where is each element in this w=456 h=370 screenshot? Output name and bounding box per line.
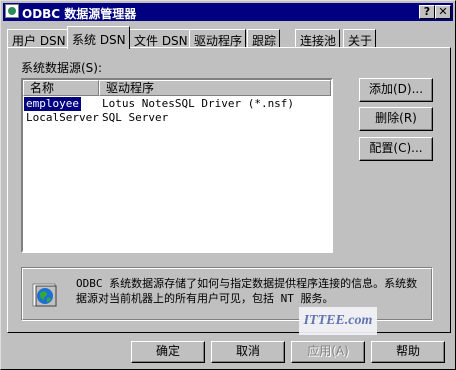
add-button[interactable]: 添加(D)... [359, 78, 433, 102]
dsn-name: employee [23, 96, 82, 112]
tab-connection-pooling[interactable]: 连接池 [295, 29, 341, 48]
watermark-logo: ITTEE.com [299, 307, 377, 335]
system-dsn-list[interactable]: 名称 驱动程序 employee Lotus NotesSQL Driver (… [21, 78, 333, 253]
title-bar[interactable]: ODBC 数据源管理器 ? ✕ [3, 3, 453, 21]
window-title: ODBC 数据源管理器 [22, 7, 137, 21]
odbc-window: ODBC 数据源管理器 ? ✕ 用户 DSN 系统 DSN 文件 DSN 驱动程… [0, 0, 456, 370]
dsn-name: LocalServer [26, 111, 99, 124]
list-item[interactable]: LocalServer SQL Server [23, 111, 331, 125]
tab-about[interactable]: 关于 [343, 29, 377, 48]
configure-button[interactable]: 配置(C)... [359, 137, 433, 161]
help-button[interactable]: 帮助 [371, 341, 445, 363]
cancel-button[interactable]: 取消 [211, 341, 285, 363]
odbc-app-icon [5, 4, 19, 18]
ok-button[interactable]: 确定 [131, 341, 205, 363]
system-sources-label: 系统数据源(S): [21, 61, 103, 75]
tab-strip: 用户 DSN 系统 DSN 文件 DSN 驱动程序 跟踪 连接池 关于 [1, 26, 456, 49]
globe-database-icon [32, 283, 57, 307]
apply-button[interactable]: 应用(A) [291, 341, 365, 363]
tab-drivers[interactable]: 驱动程序 [189, 29, 247, 48]
help-title-button[interactable]: ? [419, 5, 435, 19]
tab-tracing[interactable]: 跟踪 [247, 29, 281, 48]
info-text: ODBC 系统数据源存储了如何与指定数据提供程序连接的信息。系统数据源对当前机器… [76, 277, 418, 305]
tab-user-dsn[interactable]: 用户 DSN [7, 29, 70, 48]
remove-button[interactable]: 删除(R) [359, 107, 433, 131]
column-header-name[interactable]: 名称 [23, 80, 99, 96]
tab-system-dsn[interactable]: 系统 DSN [67, 26, 130, 49]
dsn-driver: Lotus NotesSQL Driver (*.nsf) [102, 97, 295, 110]
list-item[interactable]: employee Lotus NotesSQL Driver (*.nsf) [23, 96, 331, 112]
close-button[interactable]: ✕ [435, 5, 451, 19]
tab-file-dsn[interactable]: 文件 DSN [129, 29, 192, 48]
column-header-driver[interactable]: 驱动程序 [99, 80, 331, 96]
dsn-driver: SQL Server [102, 111, 169, 124]
